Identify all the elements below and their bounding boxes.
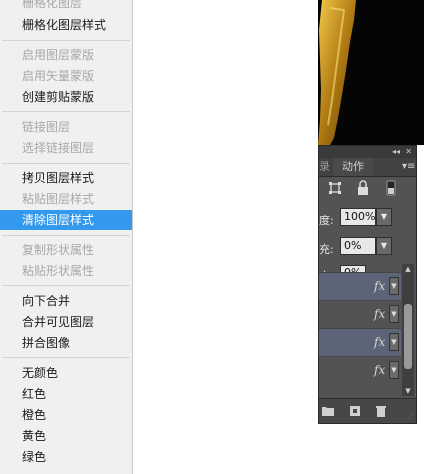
menu-item: 复制形状属性 bbox=[22, 243, 95, 257]
fx-expand-icon[interactable]: ▼ bbox=[389, 305, 399, 323]
collapse-icon[interactable]: ◂◂ bbox=[392, 146, 400, 158]
new-group-folder-icon[interactable] bbox=[321, 405, 335, 417]
layer-row[interactable]: fx ▼ bbox=[319, 300, 401, 328]
layers-scrollbar[interactable]: ▲ ▼ bbox=[402, 264, 414, 396]
menu-item: 选择链接图层 bbox=[22, 141, 95, 155]
fx-expand-icon[interactable]: ▼ bbox=[389, 333, 399, 351]
fx-icon: fx bbox=[374, 335, 386, 349]
menu-item: 栅格化图层 bbox=[22, 0, 83, 10]
menu-item[interactable]: 无颜色 bbox=[0, 363, 132, 383]
layer-row[interactable]: fx ▼ bbox=[319, 356, 401, 384]
menu-item[interactable]: 栅格化图层样式 bbox=[0, 15, 132, 35]
panel-titlebar: ◂◂ ✕ bbox=[319, 146, 416, 158]
panel-bottom-toolbar: ⋰ bbox=[319, 398, 416, 423]
menu-item[interactable]: 向下合并 bbox=[0, 291, 132, 311]
menu-separator bbox=[2, 235, 130, 236]
menu-item: 启用矢量蒙版 bbox=[22, 69, 95, 83]
menu-item: 粘贴形状属性 bbox=[22, 264, 95, 278]
menu-separator bbox=[2, 111, 130, 112]
fill-dropdown-arrow[interactable]: ▼ bbox=[376, 237, 392, 255]
layer-row[interactable]: fx ▼ bbox=[319, 328, 401, 356]
fx-expand-icon[interactable]: ▼ bbox=[389, 277, 399, 295]
fx-icon: fx bbox=[374, 307, 386, 321]
filter-toggle-icon[interactable] bbox=[383, 180, 399, 196]
scroll-up-icon[interactable]: ▲ bbox=[402, 264, 414, 274]
menu-item[interactable]: 绿色 bbox=[0, 447, 132, 467]
layers-panel: ◂◂ ✕ 录 动作 ▾≡ 度: 100% ▼ 充: 0% ▼ 充: 0% fx … bbox=[318, 145, 417, 424]
gold-texture-shape bbox=[318, 0, 356, 145]
scroll-thumb[interactable] bbox=[404, 304, 412, 369]
menu-separator bbox=[2, 163, 130, 164]
fx-icon: fx bbox=[374, 279, 386, 293]
panel-menu-icon[interactable]: ▾≡ bbox=[402, 161, 415, 173]
opacity-field[interactable]: 100% bbox=[340, 208, 376, 226]
menu-separator bbox=[2, 40, 130, 41]
transform-icon[interactable] bbox=[327, 180, 343, 196]
menu-separator bbox=[2, 357, 130, 358]
opacity-label: 度: bbox=[319, 214, 334, 227]
menu-item: 粘贴图层样式 bbox=[22, 192, 95, 206]
new-layer-icon[interactable] bbox=[348, 405, 362, 417]
menu-item[interactable]: 拼合图像 bbox=[0, 333, 132, 353]
menu-separator bbox=[2, 285, 130, 286]
menu-item[interactable]: 橙色 bbox=[0, 405, 132, 425]
close-icon[interactable]: ✕ bbox=[405, 146, 412, 158]
tab-history[interactable]: 录 bbox=[319, 158, 331, 176]
opacity-dropdown-arrow[interactable]: ▼ bbox=[376, 208, 392, 226]
menu-item[interactable]: 红色 bbox=[0, 384, 132, 404]
scroll-down-icon[interactable]: ▼ bbox=[402, 386, 414, 396]
fx-icon: fx bbox=[374, 363, 386, 377]
resize-grip-icon[interactable]: ⋰ bbox=[407, 413, 414, 421]
fill-label: 充: bbox=[319, 243, 334, 256]
menu-item[interactable]: 清除图层样式 bbox=[0, 210, 132, 230]
panel-tabbar: 录 动作 ▾≡ bbox=[319, 158, 416, 177]
layer-row[interactable]: fx ▼ bbox=[319, 272, 401, 300]
menu-item: 启用图层蒙版 bbox=[22, 48, 95, 62]
menu-item[interactable]: 黄色 bbox=[0, 426, 132, 446]
delete-layer-icon[interactable] bbox=[374, 405, 388, 417]
menu-item[interactable]: 合并可见图层 bbox=[0, 312, 132, 332]
menu-item: 链接图层 bbox=[22, 120, 71, 134]
layer-context-menu: 栅格化图层栅格化图层样式启用图层蒙版 启用矢量蒙版创建剪贴蒙版链接图层选择链接图层… bbox=[0, 0, 133, 474]
menu-item[interactable]: 创建剪贴蒙版 bbox=[0, 87, 132, 107]
fill-field[interactable]: 0% bbox=[340, 237, 376, 255]
lock-icon[interactable] bbox=[355, 180, 371, 196]
tab-actions[interactable]: 动作 bbox=[333, 158, 373, 176]
menu-item[interactable]: 拷贝图层样式 bbox=[0, 168, 132, 188]
fx-expand-icon[interactable]: ▼ bbox=[389, 361, 399, 379]
